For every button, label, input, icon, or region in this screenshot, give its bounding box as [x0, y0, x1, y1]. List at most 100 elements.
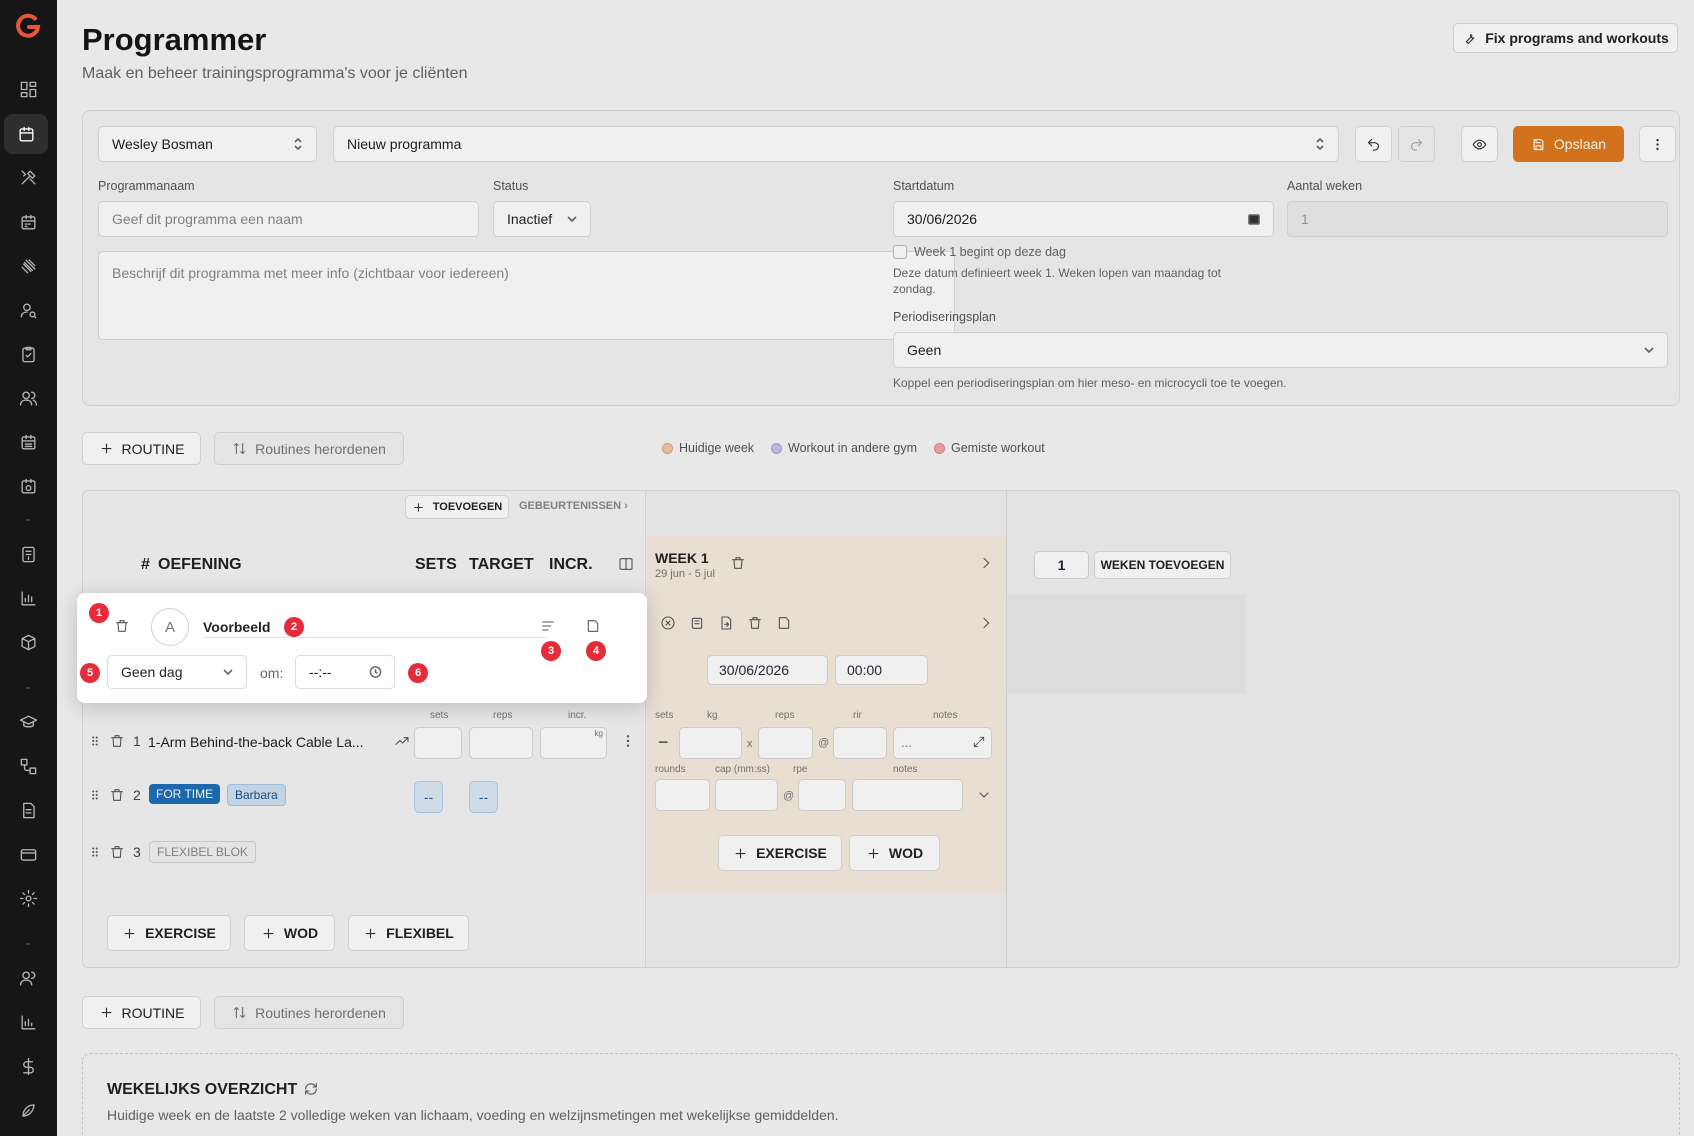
add-routine-button[interactable]: ROUTINE — [82, 432, 201, 465]
row2-target-input[interactable]: -- — [469, 781, 498, 813]
dashboard-icon[interactable] — [16, 77, 40, 101]
export-icon[interactable] — [717, 614, 735, 632]
chevron-right-icon[interactable] — [978, 555, 994, 571]
description-icon[interactable] — [539, 617, 557, 635]
calendar-icon[interactable] — [4, 114, 48, 154]
trash-icon[interactable] — [113, 617, 131, 635]
app-logo[interactable] — [14, 12, 42, 40]
trash-icon[interactable] — [108, 786, 126, 804]
row2-sets-input[interactable]: -- — [414, 781, 443, 813]
day-select[interactable]: Geen dag — [107, 655, 247, 689]
week-rpe-input[interactable] — [798, 779, 846, 811]
start-date-input[interactable]: 30/06/2026 — [893, 201, 1274, 237]
drag-handle-icon[interactable] — [88, 844, 102, 860]
workflow-icon[interactable] — [16, 754, 40, 778]
week-reps-input[interactable] — [758, 727, 813, 759]
add-wod-button[interactable]: WOD — [244, 915, 335, 951]
add-exercise-button[interactable]: EXERCISE — [107, 915, 231, 951]
add-flex-button[interactable]: FLEXIBEL — [348, 915, 469, 951]
weeks-input[interactable]: 1 — [1287, 201, 1668, 237]
day-time-input[interactable]: 00:00 — [835, 655, 928, 685]
trash-icon[interactable] — [108, 732, 126, 750]
week-cap-input[interactable] — [715, 779, 778, 811]
drag-handle-icon[interactable] — [88, 787, 102, 803]
reorder-routines-bottom-button[interactable]: Routines herordenen — [214, 996, 404, 1029]
document-icon[interactable] — [16, 798, 40, 822]
plus-icon — [101, 1007, 111, 1018]
add-routine-bottom-button[interactable]: ROUTINE — [82, 996, 201, 1029]
more-button[interactable] — [1639, 126, 1676, 162]
routine-name[interactable]: Voorbeeld — [203, 619, 270, 635]
week-add-wod-button[interactable]: WOD — [849, 835, 940, 871]
drag-handle-icon[interactable] — [88, 733, 102, 749]
dollar-icon[interactable] — [16, 1054, 40, 1078]
graduation-cap-icon[interactable] — [16, 710, 40, 734]
trend-up-icon[interactable] — [393, 732, 411, 750]
delete-week-icon[interactable] — [729, 554, 747, 572]
redo-button[interactable] — [1398, 126, 1435, 162]
plus-icon — [868, 848, 879, 858]
package-icon[interactable] — [16, 630, 40, 654]
calendar-grid-icon[interactable] — [16, 430, 40, 454]
calendar-clock-icon[interactable] — [16, 474, 40, 498]
analytics-icon[interactable] — [16, 1010, 40, 1034]
copy-icon[interactable] — [688, 614, 706, 632]
program-select[interactable]: Nieuw programma — [333, 126, 1339, 162]
settings-icon[interactable] — [16, 886, 40, 910]
more-vertical-icon[interactable] — [620, 733, 636, 749]
reorder-routines-button[interactable]: Routines herordenen — [214, 432, 404, 465]
sub-sets: sets — [430, 710, 449, 721]
nutrition-icon[interactable] — [16, 1098, 40, 1122]
status-select[interactable]: Inactief — [493, 201, 591, 237]
chevron-down-icon[interactable] — [976, 787, 992, 803]
preview-button[interactable] — [1461, 126, 1498, 162]
description-textarea[interactable]: Beschrijf dit programma met meer info (z… — [98, 251, 955, 340]
week-rir-input[interactable] — [833, 727, 887, 759]
row2-wod-tag[interactable]: Barbara — [227, 784, 286, 806]
invoice-icon[interactable] — [16, 542, 40, 566]
client-select[interactable]: Wesley Bosman — [98, 126, 317, 162]
dumbbell-icon[interactable] — [16, 254, 40, 278]
bar-chart-icon[interactable] — [16, 586, 40, 610]
fix-programs-button[interactable]: Fix programs and workouts — [1453, 23, 1678, 53]
note-icon[interactable] — [584, 617, 602, 635]
chevron-right-icon[interactable] — [978, 615, 994, 631]
expand-icon[interactable] — [972, 735, 986, 749]
events-link[interactable]: GEBEURTENISSEN › — [519, 500, 628, 512]
week-kg-input[interactable] — [679, 727, 742, 759]
week-notes2-input[interactable] — [852, 779, 963, 811]
period-select[interactable]: Geen — [893, 332, 1668, 368]
users-icon[interactable] — [16, 386, 40, 410]
trash-icon[interactable] — [746, 614, 764, 632]
note-icon[interactable] — [775, 614, 793, 632]
clipboard-icon[interactable] — [16, 342, 40, 366]
week1-checkbox[interactable] — [893, 245, 907, 259]
routine-avatar[interactable]: A — [151, 608, 189, 646]
week-rounds-input[interactable] — [655, 779, 710, 811]
week-add-exercise-button[interactable]: EXERCISE — [718, 835, 842, 871]
row3-flex-tag[interactable]: FLEXIBEL BLOK — [149, 841, 256, 863]
trash-icon[interactable] — [108, 843, 126, 861]
add-event-button[interactable]: TOEVOEGEN — [405, 495, 509, 519]
tools-icon[interactable] — [16, 165, 40, 189]
row2-number: 2 — [133, 787, 141, 803]
user-search-icon[interactable] — [16, 298, 40, 322]
program-name-input[interactable]: Geef dit programma een naam — [98, 201, 479, 237]
weeks-count-input[interactable]: 1 — [1034, 551, 1089, 579]
credit-card-icon[interactable] — [16, 842, 40, 866]
remove-set-button[interactable]: − — [658, 732, 669, 753]
team-icon[interactable] — [16, 966, 40, 990]
row1-sets-input[interactable] — [414, 727, 462, 759]
schedule-icon[interactable] — [16, 210, 40, 234]
save-button[interactable]: Opslaan — [1513, 126, 1624, 162]
close-circle-icon[interactable] — [659, 614, 677, 632]
time-input[interactable]: --:-- — [295, 655, 395, 689]
row1-reps-input[interactable] — [469, 727, 533, 759]
columns-icon[interactable] — [617, 555, 635, 573]
day-date-input[interactable]: 30/06/2026 — [707, 655, 828, 685]
undo-button[interactable] — [1355, 126, 1392, 162]
refresh-icon[interactable] — [303, 1081, 319, 1097]
add-weeks-button[interactable]: WEKEN TOEVOEGEN — [1094, 551, 1231, 579]
row1-exercise-name[interactable]: 1-Arm Behind-the-back Cable La... — [148, 734, 364, 750]
row1-incr-input[interactable]: kg — [540, 727, 607, 759]
